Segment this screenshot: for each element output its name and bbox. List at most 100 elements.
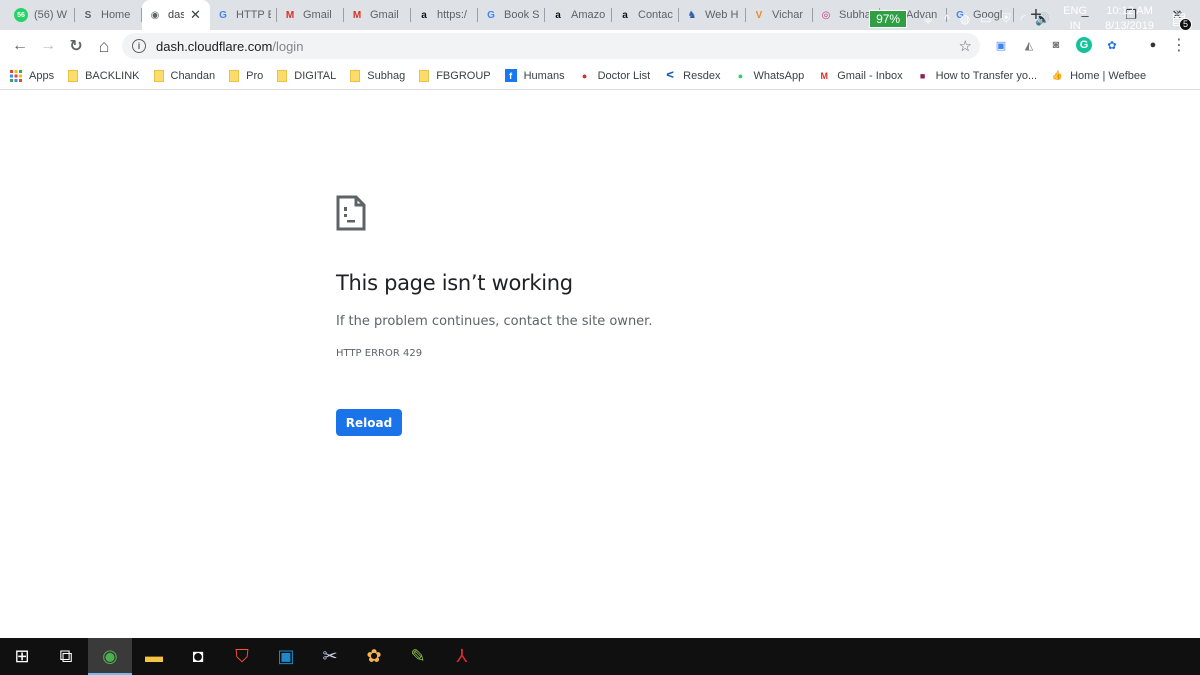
reload-button[interactable]: Reload [336,409,402,436]
chrome-icon: ◉ [102,646,118,666]
bookmark-label: Humans [523,69,565,82]
bookmark-item[interactable]: Pro [229,69,264,82]
brave-taskbar-button[interactable]: ⛉ [220,638,264,675]
profile-avatar-icon[interactable]: ● [1144,36,1162,54]
gmail-icon: M [285,9,295,21]
tab[interactable]: ♞ Web H [679,0,746,30]
tab[interactable]: ◉ das ✕ [142,0,210,30]
chrome-taskbar-button[interactable]: ◉ [88,638,132,675]
bookmark-ext-icon[interactable]: ▣ [992,36,1010,54]
bookmark-label: Resdex [683,69,721,82]
bookmark-item[interactable]: DIGITAL [277,69,337,82]
camera-app-icon: ◘ [192,646,204,666]
tab[interactable]: a Amazo [545,0,612,30]
back-button[interactable]: ← [6,32,34,60]
forward-button[interactable]: → [34,32,62,60]
acrobat-taskbar-button[interactable]: ⅄ [440,638,484,675]
tab[interactable]: G Book S [478,0,545,30]
bookmark-item[interactable]: Subhag [350,69,405,82]
tab-title: Home [101,9,131,21]
wifi-icon[interactable]: ◜ [1021,12,1026,26]
home-icon: ⌂ [98,35,110,56]
bookmark-item[interactable]: Apps [10,69,54,82]
url-path: /login [272,38,304,54]
tab-title: https:/ [437,9,467,21]
file-explorer-taskbar-button[interactable]: ▬ [132,638,176,675]
snipping-tool-taskbar-button[interactable]: ✂ [308,638,352,675]
volume-icon[interactable]: 🔊 [1035,12,1050,26]
tab-title: das [168,9,184,21]
bookmark-item[interactable]: ● Doctor List [579,69,650,82]
bookmark-label: WhatsApp [753,69,805,82]
bookmark-label: Gmail - Inbox [837,69,903,82]
tab-title: HTTP E [236,9,271,21]
tab[interactable]: S Home [75,0,142,30]
tab[interactable]: 56 (56) W [8,0,75,30]
tab[interactable]: a https:/ [411,0,478,30]
chrome-menu-button[interactable]: ⋮ [1170,36,1188,54]
camera-app-taskbar-button[interactable]: ◘ [176,638,220,675]
bookmark-item[interactable]: Chandan [153,69,215,82]
sad-page-icon [336,195,366,231]
notification-count: 5 [1179,17,1192,31]
tab[interactable]: G HTTP E [210,0,277,30]
bookmark-item[interactable]: BACKLINK [68,69,140,82]
folder-icon [350,69,361,82]
tab[interactable]: a Contac [612,0,679,30]
tab[interactable]: V Vichar [746,0,813,30]
home-button[interactable]: ⌂ [90,32,118,60]
language-region: IN [1069,19,1081,32]
action-center-button[interactable]: ▤ 5 [1164,4,1194,34]
whatsapp-icon: 56 [14,8,28,22]
bookmark-item[interactable]: FBGROUP [419,69,491,82]
security-shield-icon[interactable]: ⛨ [1002,11,1011,26]
tab[interactable]: M Gmail [344,0,411,30]
snipping-tool-icon: ✂ [322,646,338,666]
error-code: HTTP ERROR 429 [336,348,423,359]
close-tab-icon[interactable]: ✕ [190,7,201,23]
task-view-taskbar-button[interactable]: ⧉ [44,638,88,675]
bookmark-label: BACKLINK [85,69,140,82]
site-info-icon[interactable]: i [132,39,146,53]
bookmark-star-icon[interactable]: ☆ [959,37,972,55]
tab[interactable]: M Gmail [277,0,344,30]
connect-app-taskbar-button[interactable]: ▣ [264,638,308,675]
bookmark-label: Pro [246,69,264,82]
bookmark-item[interactable]: M Gmail - Inbox [818,69,902,82]
bookmark-item[interactable]: 👍 Home | Wefbee [1051,69,1147,82]
show-hidden-icons-chevron[interactable]: ^ [944,12,950,26]
bookmark-item[interactable]: ● WhatsApp [734,69,804,82]
grammarly-icon[interactable]: G [1076,37,1092,53]
reload-page-button[interactable]: ↻ [62,32,90,60]
bookmark-item[interactable]: ᐸ Resdex [664,69,720,82]
google-icon: G [487,9,495,21]
address-bar[interactable]: i dash.cloudflare.com/login ☆ [122,33,980,59]
bookmarks-bar: Apps BACKLINK Chandan Pro DIGITAL Subhag FBGRO… [0,62,1200,90]
s-site-icon: S [84,9,92,21]
webhost-icon: ♞ [687,9,697,21]
start-windows-taskbar-button[interactable]: ⊞ [0,638,44,675]
battery-percent-badge[interactable]: 97% [869,9,908,28]
bookmark-item[interactable]: f Humans [504,69,565,82]
cleaner-ext-icon[interactable]: ◭ [1020,36,1038,54]
pen-app-taskbar-button[interactable]: ✎ [396,638,440,675]
bookmark-label: DIGITAL [294,69,337,82]
folder-icon [229,69,240,82]
resdex-icon: ᐸ [666,70,675,80]
network-globe-icon[interactable]: ◍ [960,12,970,26]
flower-app-taskbar-button[interactable]: ✿ [352,638,396,675]
battery-status-icon[interactable]: ▭ [980,12,991,26]
error-description: If the problem continues, contact the si… [336,314,653,329]
pen-app-icon: ✎ [410,646,426,666]
bookmark-label: FBGROUP [436,69,491,82]
camera-ext-icon[interactable]: ◙ [1047,36,1065,54]
bookmark-item[interactable]: ■ How to Transfer yo... [917,69,1037,82]
gmail-icon: M [820,70,828,81]
flower-ext-icon[interactable]: ✿ [1103,36,1121,54]
brave-icon: ⛉ [235,646,249,666]
system-tray: 97% ⏚ ^ ◍ ▭ ⛨ ◜ 🔊 ENG IN 10:12 AM 8/13/2019 ▤ … [869,0,1200,37]
power-plug-icon[interactable]: ⏚ [922,10,934,27]
language-indicator[interactable]: ENG IN [1063,4,1087,34]
start-windows-icon: ⊞ [14,646,30,666]
clock[interactable]: 10:12 AM 8/13/2019 [1105,4,1154,34]
